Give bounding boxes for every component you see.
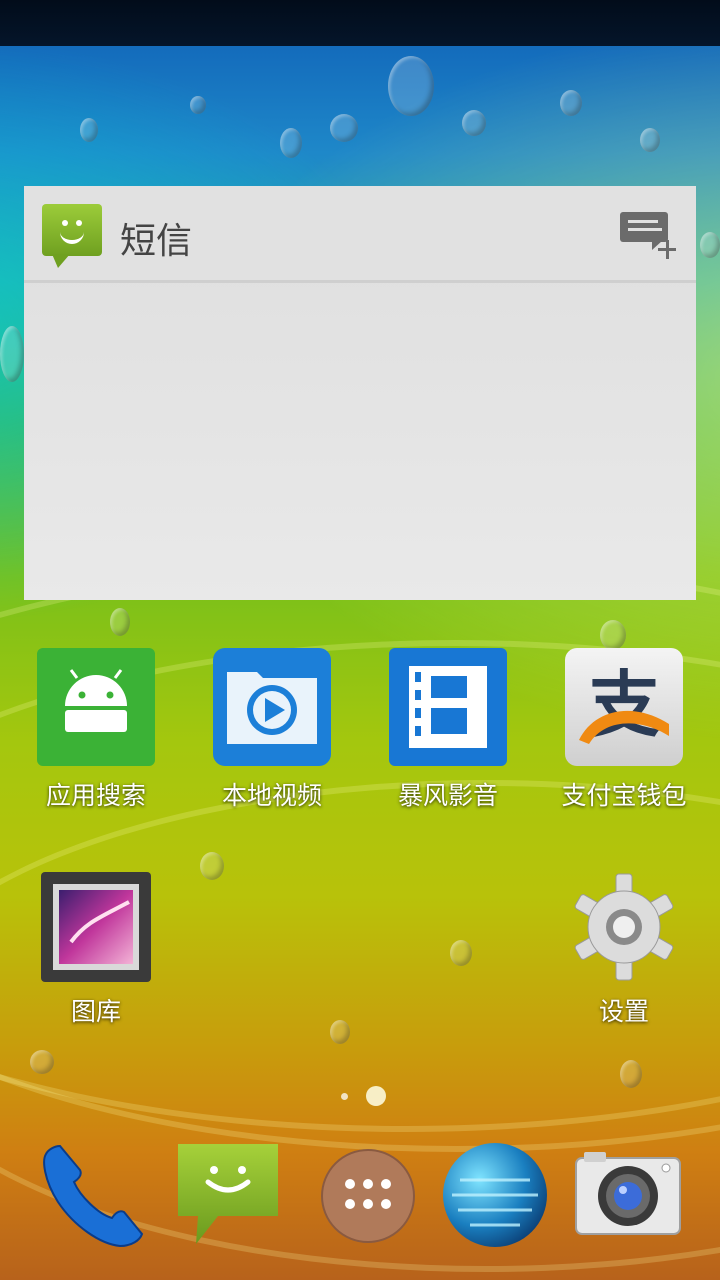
widget-title: 短信 [120,221,193,262]
sms-widget[interactable]: 短信 [24,186,696,600]
page-dot[interactable] [341,1093,348,1100]
phone-icon [43,1144,144,1248]
dock-browser[interactable] [440,1140,550,1250]
app-gallery[interactable]: 图库 [26,872,166,1028]
app-label: 设置 [598,997,649,1026]
app-label: 本地视频 [221,781,322,810]
app-baofeng[interactable]: 暴风影音 [378,648,518,812]
settings-gear-icon [569,872,679,982]
dock-camera[interactable] [574,1140,684,1250]
app-label: 支付宝钱包 [561,781,687,810]
svg-text:支: 支 [588,663,660,747]
camera-icon [575,1152,681,1235]
app-android-search[interactable]: 应用搜索 [26,648,166,812]
dock-messaging[interactable] [174,1140,284,1250]
alipay-icon: 支 [565,648,683,766]
app-label: 图库 [70,997,121,1026]
widget-message-list[interactable] [24,283,696,600]
dock-phone[interactable] [36,1140,146,1250]
messaging-icon[interactable] [42,204,102,268]
app-local-video[interactable]: 本地视频 [202,648,342,812]
page-indicator [0,1086,720,1106]
messaging-icon [178,1144,278,1244]
app-alipay[interactable]: 支 支付宝钱包 [554,648,694,812]
dock-app-drawer[interactable] [312,1140,422,1250]
new-message-icon[interactable] [620,208,680,264]
page-dot-active[interactable] [366,1086,386,1106]
app-settings[interactable]: 设置 [554,872,694,1028]
gallery-icon [41,872,151,982]
widget-header: 短信 [24,186,696,283]
android-search-icon [37,648,155,766]
app-drawer-icon [321,1149,415,1243]
status-bar [0,0,720,46]
baofeng-player-icon [389,648,507,766]
app-label: 暴风影音 [397,781,498,810]
local-video-icon [213,648,331,766]
app-label: 应用搜索 [45,781,146,810]
browser-globe-icon [443,1143,547,1247]
